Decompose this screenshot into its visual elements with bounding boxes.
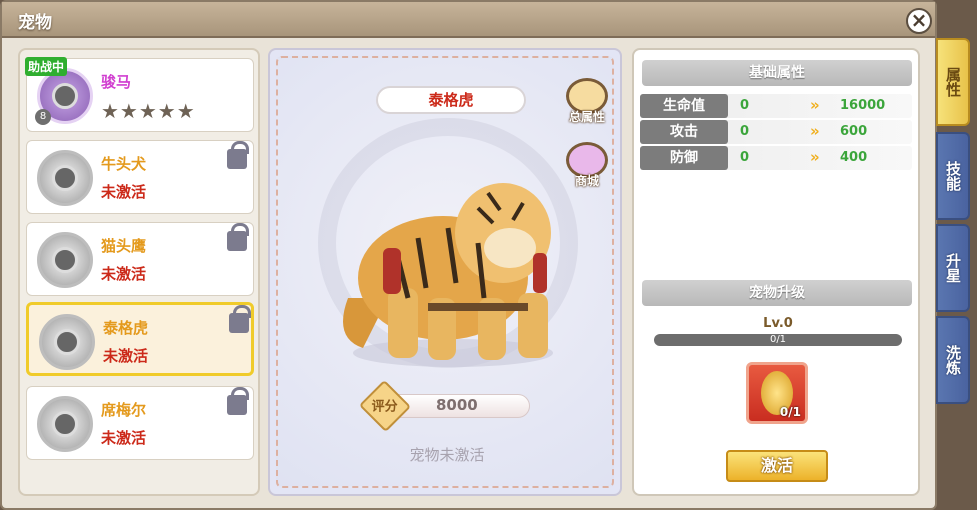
pet-list: 助战中 8 骏马 ★★★★★ 牛头犬 未激活 猫头鹰 未激活 泰格虎 未激活 席… <box>18 48 260 496</box>
attr-row-defense: 防御 0 » 400 <box>640 146 912 170</box>
lock-icon <box>229 305 251 333</box>
attr-row-hp: 生命值 0 » 16000 <box>640 94 912 118</box>
tab-star-up[interactable]: 升星 <box>936 224 970 312</box>
owl-icon <box>52 247 78 273</box>
avatar <box>37 232 93 288</box>
tab-refine[interactable]: 洗炼 <box>936 316 970 404</box>
double-arrow-icon: » <box>810 96 820 114</box>
score-value: 8000 <box>436 396 478 414</box>
pet-upgrade-header: 宠物升级 <box>642 280 912 306</box>
horse-icon <box>52 83 78 109</box>
attr-name: 生命值 <box>640 94 728 118</box>
pet-level: Lv.0 <box>763 316 793 331</box>
avatar <box>37 150 93 206</box>
avatar <box>37 396 93 452</box>
attr-current: 0 <box>740 124 750 139</box>
attr-next: 400 <box>840 150 868 165</box>
attr-name: 防御 <box>640 146 728 170</box>
pet-window: 宠物 × 助战中 8 骏马 ★★★★★ 牛头犬 未激活 猫头鹰 未激活 泰格虎 … <box>0 0 937 510</box>
exp-bar: 0/1 <box>654 334 902 346</box>
double-arrow-icon: » <box>810 148 820 166</box>
score-badge: 评分 <box>358 379 412 433</box>
level-badge: 8 <box>35 109 51 125</box>
item-count: 0/1 <box>779 405 801 419</box>
pet-card-schimel[interactable]: 席梅尔 未激活 <box>26 386 254 460</box>
pet-state: 未激活 <box>103 347 149 365</box>
tiger-model <box>343 183 553 367</box>
pet-display-panel: 泰格虎 总属性 商城 评分 8000 宠物未激活 <box>268 48 622 496</box>
attr-current: 0 <box>740 150 750 165</box>
pet-inactive-text: 宠物未激活 <box>409 446 485 464</box>
pet-card-owl[interactable]: 猫头鹰 未激活 <box>26 222 254 296</box>
tab-attributes[interactable]: 属性 <box>936 38 970 126</box>
pet-state: 未激活 <box>101 183 147 201</box>
total-attributes-label: 总属性 <box>568 110 605 124</box>
attr-row-attack: 攻击 0 » 600 <box>640 120 912 144</box>
attributes-panel: 基础属性 生命值 0 » 16000 攻击 0 » 600 防御 0 » 400… <box>632 48 920 496</box>
tab-skills[interactable]: 技能 <box>936 132 970 220</box>
bulldog-icon <box>52 165 78 191</box>
lock-icon <box>227 141 249 169</box>
pet-card-tiger[interactable]: 泰格虎 未激活 <box>26 302 254 376</box>
attr-next: 600 <box>840 124 868 139</box>
pet-name: 骏马 <box>101 73 132 91</box>
total-attributes-button[interactable]: 总属性 <box>562 78 612 130</box>
double-arrow-icon: » <box>810 122 820 140</box>
pet-stage: 泰格虎 总属性 商城 评分 8000 宠物未激活 <box>276 56 614 488</box>
lock-icon <box>227 223 249 251</box>
close-button[interactable]: × <box>906 8 932 34</box>
close-icon: × <box>910 8 928 32</box>
pet-name-plate: 泰格虎 <box>376 86 526 114</box>
title-bar: 宠物 × <box>2 2 935 38</box>
pet-name: 席梅尔 <box>101 401 147 419</box>
exp-text: 0/1 <box>769 334 787 345</box>
tiger-icon <box>54 329 80 355</box>
pet-state: 未激活 <box>101 429 147 447</box>
attr-current: 0 <box>740 98 750 113</box>
pet-card-bulldog[interactable]: 牛头犬 未激活 <box>26 140 254 214</box>
pet-card-horse[interactable]: 助战中 8 骏马 ★★★★★ <box>25 57 254 132</box>
base-attributes-header: 基础属性 <box>642 60 912 86</box>
star-rating: ★★★★★ <box>101 99 196 123</box>
upgrade-item-slot[interactable]: 0/1 <box>746 362 808 424</box>
score-label: 评分 <box>371 399 398 415</box>
assist-badge: 助战中 <box>25 57 68 76</box>
attr-name: 攻击 <box>640 120 728 144</box>
pet-name: 猫头鹰 <box>101 237 147 255</box>
pet-state: 未激活 <box>101 265 147 283</box>
activate-button[interactable]: 激活 <box>726 450 828 482</box>
window-title: 宠物 <box>18 13 52 33</box>
avatar <box>39 314 95 370</box>
lock-icon <box>227 387 249 415</box>
pet-name: 牛头犬 <box>101 155 147 173</box>
attr-next: 16000 <box>840 98 886 113</box>
pet-name: 泰格虎 <box>103 319 149 337</box>
hedgehog-icon <box>52 411 78 437</box>
